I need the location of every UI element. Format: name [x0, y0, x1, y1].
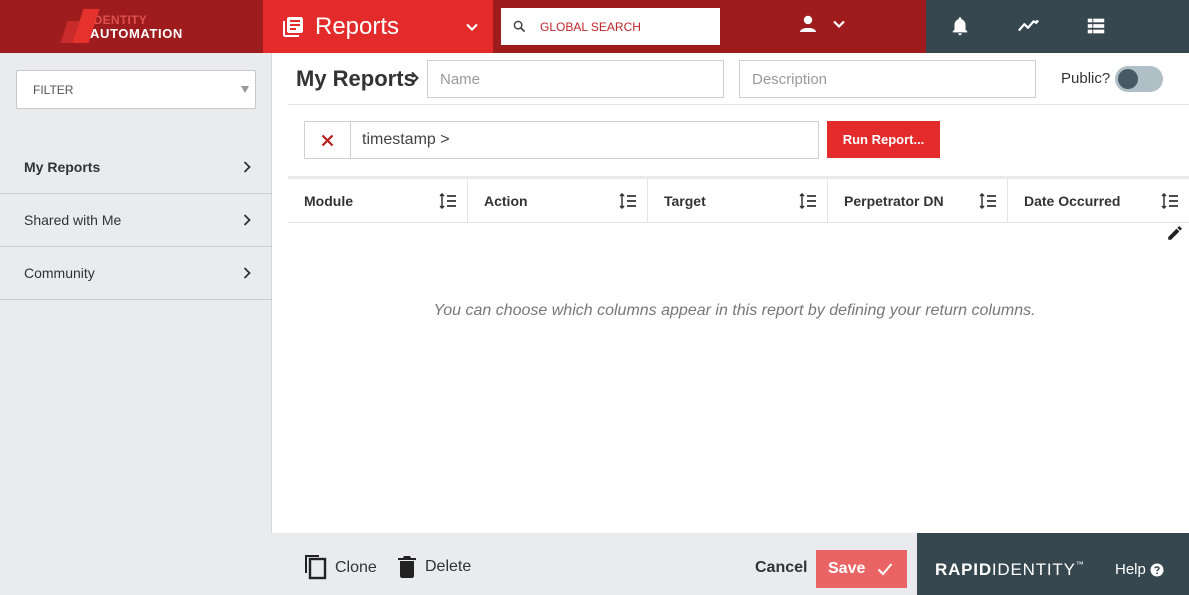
chevron-down-icon	[833, 20, 845, 29]
brand-logo[interactable]: IDENTITY AUTOMATION	[0, 0, 263, 53]
rapididentity-logo: RAPIDIDENTITY™	[935, 560, 1085, 579]
action-bar: Clone Delete Cancel Save RAPIDIDENTITY™ …	[0, 533, 1189, 595]
close-icon	[321, 134, 334, 146]
sidebar-item-label: My Reports	[24, 159, 101, 175]
sidebar-item-my-reports[interactable]: My Reports	[0, 141, 272, 194]
sidebar-nav: My Reports Shared with Me Community	[0, 141, 272, 300]
top-bar: IDENTITY AUTOMATION Reports	[0, 0, 1189, 53]
list-view-icon[interactable]	[1085, 15, 1107, 37]
sort-icon[interactable]	[439, 193, 457, 209]
column-label: Target	[664, 193, 706, 209]
chevron-right-icon	[243, 267, 251, 279]
column-date-occurred[interactable]: Date Occurred	[1008, 179, 1189, 223]
sort-icon[interactable]	[979, 193, 997, 209]
column-module[interactable]: Module	[288, 179, 468, 223]
empty-state-message: You can choose which columns appear in t…	[433, 302, 1036, 319]
report-description-input[interactable]	[739, 60, 1036, 98]
column-label: Action	[484, 193, 528, 209]
sidebar-item-label: Community	[24, 265, 95, 281]
user-icon	[800, 15, 816, 32]
public-toggle[interactable]	[1115, 66, 1163, 92]
reports-icon	[283, 16, 303, 37]
checkmark-icon	[877, 563, 893, 576]
delete-label: Delete	[425, 558, 472, 575]
clone-label: Clone	[335, 558, 377, 576]
sidebar: FILTER My Reports Shared with Me Communi…	[0, 53, 272, 533]
sidebar-item-community[interactable]: Community	[0, 247, 272, 300]
global-search[interactable]	[501, 8, 720, 45]
report-header: My Reports Public?	[288, 53, 1189, 105]
sidebar-item-label: Shared with Me	[24, 212, 122, 228]
sidebar-item-shared-with-me[interactable]: Shared with Me	[0, 194, 272, 247]
sort-icon[interactable]	[1161, 193, 1179, 209]
caret-down-icon	[241, 86, 249, 93]
help-circle-icon	[1150, 563, 1164, 576]
clear-query-button[interactable]	[305, 122, 351, 158]
chevron-right-icon	[243, 161, 251, 173]
column-target[interactable]: Target	[648, 179, 828, 223]
help-label: Help	[1115, 561, 1146, 578]
query-box	[304, 121, 819, 159]
save-button[interactable]: Save	[816, 550, 907, 588]
header-center	[493, 0, 926, 53]
brand-mark-icon	[60, 8, 108, 45]
chevron-down-icon	[466, 23, 478, 31]
column-perpetrator-dn[interactable]: Perpetrator DN	[828, 179, 1008, 223]
user-menu-button[interactable]	[798, 14, 846, 34]
module-label: Reports	[315, 12, 400, 40]
column-action[interactable]: Action	[468, 179, 648, 223]
global-search-input[interactable]	[540, 19, 700, 34]
bell-icon[interactable]	[949, 15, 971, 37]
sort-icon[interactable]	[619, 193, 637, 209]
column-label: Date Occurred	[1024, 193, 1121, 209]
public-label: Public?	[1061, 70, 1111, 87]
module-switcher[interactable]: Reports	[263, 0, 493, 53]
chevron-right-icon[interactable]	[410, 71, 420, 85]
filter-select[interactable]: FILTER	[16, 70, 256, 109]
delete-button[interactable]: Delete	[397, 555, 471, 579]
search-icon	[513, 20, 526, 33]
run-report-button[interactable]: Run Report...	[827, 121, 940, 158]
cancel-button[interactable]: Cancel	[755, 559, 807, 577]
clone-button[interactable]: Clone	[303, 555, 377, 580]
header-tools	[926, 0, 1189, 53]
column-label: Module	[304, 193, 353, 209]
help-button[interactable]: Help	[1115, 561, 1164, 578]
copy-icon	[305, 555, 327, 580]
toggle-knob	[1118, 69, 1138, 89]
save-label: Save	[828, 560, 866, 577]
column-label: Perpetrator DN	[844, 193, 944, 209]
pencil-edit-icon[interactable]	[1166, 224, 1184, 242]
filter-label: FILTER	[33, 82, 74, 97]
chevron-right-icon	[243, 214, 251, 226]
activity-chart-icon[interactable]	[1017, 15, 1039, 37]
query-input[interactable]	[351, 122, 818, 158]
column-header-row: Module Action Target Perpetrator DN Date…	[288, 176, 1189, 223]
page-title: My Reports	[296, 66, 416, 91]
trash-icon	[398, 556, 416, 578]
footer-brand-area: RAPIDIDENTITY™ Help	[917, 533, 1189, 595]
sort-icon[interactable]	[799, 193, 817, 209]
report-name-input[interactable]	[427, 60, 724, 98]
main-panel: My Reports Public? Run Report... Module …	[288, 53, 1189, 533]
